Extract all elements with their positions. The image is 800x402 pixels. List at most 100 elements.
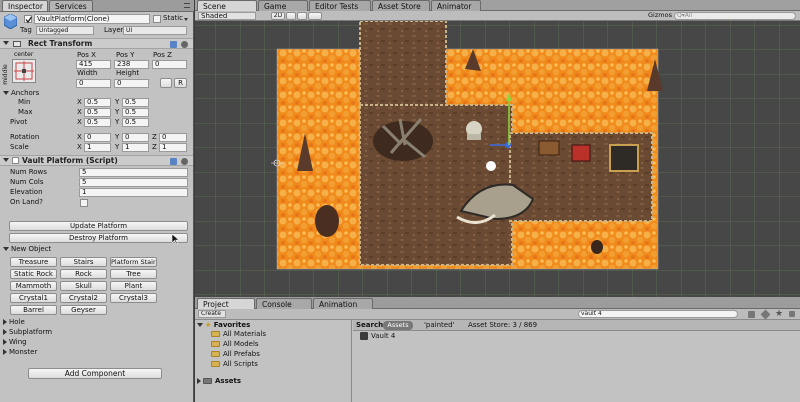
on-land-checkbox[interactable] xyxy=(80,199,88,207)
favorite-all-models[interactable]: All Models xyxy=(211,340,259,349)
filter-type-icon[interactable] xyxy=(748,311,755,318)
script-help-icon[interactable] xyxy=(170,158,177,165)
anchor-min-x-field[interactable]: 0.5 xyxy=(84,98,111,107)
script-settings-gear-icon[interactable] xyxy=(181,158,188,165)
scale-y-label: Y xyxy=(115,143,120,151)
pos-z-field[interactable]: 0 xyxy=(152,60,187,69)
active-checkbox[interactable] xyxy=(24,15,32,24)
rotation-x-field[interactable]: 0 xyxy=(84,133,111,142)
num-cols-field[interactable]: 5 xyxy=(79,178,188,187)
height-field[interactable]: 0 xyxy=(114,79,149,88)
mammoth-button[interactable]: Mammoth xyxy=(10,281,57,291)
crystal3-button[interactable]: Crystal3 xyxy=(110,293,157,303)
tab-animation[interactable]: Animation xyxy=(313,298,373,309)
project-search-input[interactable]: vault 4 xyxy=(578,310,738,318)
scene-search-input[interactable]: Q▾All xyxy=(674,12,796,20)
rotation-z-field[interactable]: 0 xyxy=(159,133,187,142)
barrel-button[interactable]: Barrel xyxy=(10,305,57,315)
asset-store-count[interactable]: Asset Store: 3 / 869 xyxy=(468,321,537,330)
tab-editor-tests[interactable]: Editor Tests xyxy=(309,0,371,11)
width-field[interactable]: 0 xyxy=(76,79,111,88)
tag-dropdown[interactable]: Untagged xyxy=(36,26,94,35)
scale-y-field[interactable]: 1 xyxy=(122,143,149,152)
static-rock-button[interactable]: Static Rock xyxy=(10,269,57,279)
pos-x-field[interactable]: 415 xyxy=(76,60,111,69)
vault-platform-script-header[interactable]: Vault Platform (Script) xyxy=(0,155,193,166)
plant-button[interactable]: Plant xyxy=(110,281,157,291)
scale-x-field[interactable]: 1 xyxy=(84,143,111,152)
destroy-platform-button[interactable]: Destroy Platform xyxy=(9,233,188,243)
pivot-x-field[interactable]: 0.5 xyxy=(84,118,111,127)
wing-foldout[interactable]: Wing xyxy=(3,338,27,347)
favorite-all-prefabs[interactable]: All Prefabs xyxy=(211,350,260,359)
anchor-max-x-field[interactable]: 0.5 xyxy=(84,108,111,117)
platform-stairs-button[interactable]: Platform Stairs xyxy=(110,257,157,267)
new-object-foldout[interactable]: New Object xyxy=(3,245,51,254)
favorite-all-scripts[interactable]: All Scripts xyxy=(211,360,258,369)
tab-asset-store[interactable]: Asset Store xyxy=(372,0,430,11)
anchor-min-y-field[interactable]: 0.5 xyxy=(122,98,149,107)
rect-transform-header[interactable]: Rect Transform xyxy=(0,38,193,49)
favorite-all-materials[interactable]: All Materials xyxy=(211,330,266,339)
raw-edit-button[interactable]: R xyxy=(174,78,187,88)
layer-dropdown[interactable]: UI xyxy=(123,26,187,35)
middle-side-label: middle xyxy=(1,64,9,85)
add-component-button[interactable]: Add Component xyxy=(28,368,162,379)
static-dropdown-icon[interactable] xyxy=(184,18,188,21)
script-enabled-checkbox[interactable] xyxy=(12,157,19,164)
gizmos-dropdown[interactable]: Gizmos xyxy=(648,11,672,20)
anchor-max-y-field[interactable]: 0.5 xyxy=(122,108,149,117)
panel-menu-icon[interactable] xyxy=(184,3,190,8)
tab-game[interactable]: Game xyxy=(258,0,308,11)
rotation-y-field[interactable]: 0 xyxy=(122,133,149,142)
script-collapse-triangle-icon xyxy=(3,158,9,162)
scene-viewport[interactable] xyxy=(195,21,800,297)
crystal2-button[interactable]: Crystal2 xyxy=(60,293,107,303)
subplatform-foldout[interactable]: Subplatform xyxy=(3,328,52,337)
assets-folder-item[interactable]: Assets xyxy=(197,377,241,386)
tab-inspector[interactable]: Inspector xyxy=(2,0,48,11)
pos-y-field[interactable]: 238 xyxy=(114,60,149,69)
monster-foldout[interactable]: Monster xyxy=(3,348,37,357)
tree-button[interactable]: Tree xyxy=(110,269,157,279)
rock-button[interactable]: Rock xyxy=(60,269,107,279)
2d-mode-toggle[interactable]: 2D xyxy=(271,12,285,20)
scale-z-field[interactable]: 1 xyxy=(159,143,187,152)
effects-toggle-icon[interactable] xyxy=(308,12,322,20)
tab-console[interactable]: Console xyxy=(256,298,312,309)
settings-gear-icon[interactable] xyxy=(181,41,188,48)
lighting-toggle-icon[interactable] xyxy=(286,12,296,20)
help-icon[interactable] xyxy=(170,41,177,48)
static-checkbox[interactable] xyxy=(153,15,161,23)
lock-icon[interactable] xyxy=(789,311,795,317)
tab-project[interactable]: Project xyxy=(197,298,255,309)
tab-scene[interactable]: Scene xyxy=(197,0,257,11)
update-platform-button[interactable]: Update Platform xyxy=(9,221,188,231)
audio-toggle-icon[interactable] xyxy=(297,12,307,20)
elevation-field[interactable]: 1 xyxy=(79,188,188,197)
hole-foldout[interactable]: Hole xyxy=(3,318,25,327)
pos-y-label: Pos Y xyxy=(116,51,135,59)
object-name-field[interactable]: VaultPlatform(Clone) xyxy=(34,14,150,24)
favorites-foldout[interactable]: ★ Favorites xyxy=(197,321,250,330)
filter-painted-label[interactable]: 'painted' xyxy=(424,321,454,330)
blueprint-mode-button[interactable] xyxy=(160,78,172,88)
num-rows-field[interactable]: 5 xyxy=(79,168,188,177)
treasure-button[interactable]: Treasure xyxy=(10,257,57,267)
pivot-y-field[interactable]: 0.5 xyxy=(122,118,149,127)
skull-button[interactable]: Skull xyxy=(60,281,107,291)
tab-services[interactable]: Services xyxy=(49,0,93,11)
favorite-star-icon[interactable]: ★ xyxy=(775,309,783,319)
search-result-item[interactable]: Vault 4 xyxy=(360,332,395,341)
create-dropdown[interactable]: Create xyxy=(198,310,226,318)
geyser-button[interactable]: Geyser xyxy=(60,305,107,315)
shading-mode-dropdown[interactable]: Shaded xyxy=(198,12,256,20)
game-tab-label: Game xyxy=(264,2,287,11)
search-folder-icon xyxy=(211,331,220,337)
anchor-presets-button[interactable] xyxy=(12,59,36,83)
stairs-button[interactable]: Stairs xyxy=(60,257,107,267)
tab-animator[interactable]: Animator xyxy=(431,0,481,11)
crystal1-button[interactable]: Crystal1 xyxy=(10,293,57,303)
filter-assets-pill[interactable]: Assets xyxy=(383,321,413,330)
anchors-foldout[interactable]: Anchors xyxy=(3,89,39,98)
